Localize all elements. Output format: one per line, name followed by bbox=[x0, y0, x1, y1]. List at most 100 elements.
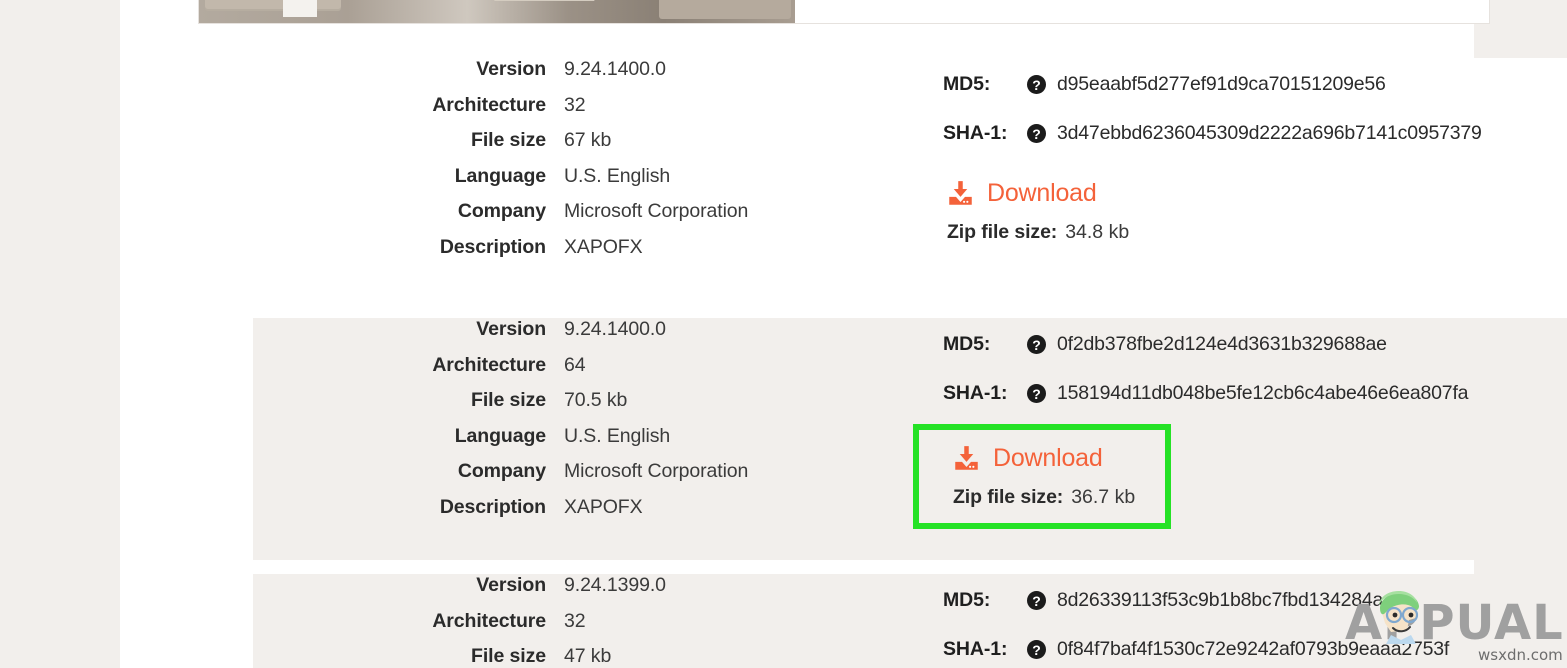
file-hash-column: MD5: ? 0f2db378fbe2d124e4d3631b329688ae … bbox=[893, 318, 1567, 531]
download-label: Download bbox=[993, 443, 1103, 472]
ad-side-table bbox=[283, 0, 317, 17]
file-spec-table: Version 9.24.1400.0 Architecture 32 File… bbox=[253, 58, 893, 271]
md5-label: MD5: bbox=[943, 333, 991, 355]
help-icon[interactable]: ? bbox=[1027, 75, 1046, 94]
spec-label-description: Description bbox=[439, 495, 546, 518]
spec-value-description: XAPOFX bbox=[564, 495, 643, 518]
spec-value-architecture: 32 bbox=[564, 609, 586, 632]
spec-value-file-size: 67 kb bbox=[564, 129, 612, 151]
spec-language: Language U.S. English bbox=[253, 425, 893, 461]
spec-label-file-size: File size bbox=[471, 645, 546, 667]
sha1-value: 3d47ebbd6236045309d2222a696b7141c0957379 bbox=[1057, 122, 1482, 144]
spec-value-language: U.S. English bbox=[564, 424, 671, 447]
spec-version: Version 9.24.1399.0 bbox=[253, 574, 893, 610]
table-row: Version 9.24.1400.0 Architecture 64 File… bbox=[253, 318, 1567, 560]
spec-language: Language U.S. English bbox=[253, 165, 893, 201]
ad-sofa-right bbox=[659, 0, 791, 19]
spec-value-description: XAPOFX bbox=[564, 235, 643, 258]
spec-file-size: File size 47 kb bbox=[253, 645, 893, 668]
ad-sofa-left bbox=[205, 0, 341, 11]
download-icon bbox=[949, 180, 972, 205]
spec-label-version: Version bbox=[476, 574, 546, 596]
spec-value-file-size: 70.5 kb bbox=[564, 389, 628, 411]
md5-value: d95eaabf5d277ef91d9ca70151209e56 bbox=[1057, 73, 1386, 95]
file-spec-table: Version 9.24.1399.0 Architecture 32 File… bbox=[253, 574, 893, 668]
spec-value-architecture: 64 bbox=[564, 353, 586, 376]
sha1-label: SHA-1: bbox=[943, 382, 1008, 404]
md5-line: MD5: ? 8d26339113f53c9b1b8bc7fbd134284a bbox=[943, 576, 1567, 625]
help-icon[interactable]: ? bbox=[1027, 640, 1046, 659]
download-button[interactable]: Download bbox=[947, 175, 1129, 211]
spec-value-file-size: 47 kb bbox=[564, 645, 612, 667]
sha1-value: 158194d11db048be5fe12cb6c4abe46e6ea807fa bbox=[1057, 382, 1469, 404]
spec-version: Version 9.24.1400.0 bbox=[253, 318, 893, 354]
spec-description: Description XAPOFX bbox=[253, 236, 893, 272]
spec-label-architecture: Architecture bbox=[432, 93, 546, 116]
download-block: Download Zip file size: 34.8 kb bbox=[943, 171, 1137, 250]
md5-label: MD5: bbox=[943, 73, 991, 95]
help-icon[interactable]: ? bbox=[1027, 335, 1046, 354]
spec-label-file-size: File size bbox=[471, 389, 546, 411]
spec-file-size: File size 67 kb bbox=[253, 129, 893, 165]
file-hash-column: MD5: ? 8d26339113f53c9b1b8bc7fbd134284a … bbox=[893, 574, 1567, 668]
sha1-line: SHA-1: ? 0f84f7baf4f1530c72e9242af0793b9… bbox=[943, 625, 1567, 668]
file-list: Version 9.24.1400.0 Architecture 32 File… bbox=[253, 58, 1567, 668]
spec-label-company: Company bbox=[457, 200, 546, 222]
spec-value-language: U.S. English bbox=[564, 164, 671, 187]
spec-value-company: Microsoft Corporation bbox=[564, 460, 749, 482]
highlighted-download-block: Download Zip file size: 36.7 kb bbox=[913, 424, 1172, 529]
spec-file-size: File size 70.5 kb bbox=[253, 389, 893, 425]
help-icon[interactable]: ? bbox=[1027, 591, 1046, 610]
spec-architecture: Architecture 32 bbox=[253, 610, 893, 646]
spec-version: Version 9.24.1400.0 bbox=[253, 58, 893, 94]
spec-value-company: Microsoft Corporation bbox=[564, 200, 749, 222]
spec-value-version: 9.24.1400.0 bbox=[564, 318, 666, 340]
banner-ad[interactable] bbox=[198, 0, 1490, 24]
md5-line: MD5: ? 0f2db378fbe2d124e4d3631b329688ae bbox=[943, 320, 1567, 369]
table-row: Version 9.24.1399.0 Architecture 32 File… bbox=[253, 574, 1567, 668]
spec-company: Company Microsoft Corporation bbox=[253, 200, 893, 236]
help-icon[interactable]: ? bbox=[1027, 124, 1046, 143]
spec-value-version: 9.24.1400.0 bbox=[564, 58, 666, 80]
spec-architecture: Architecture 32 bbox=[253, 94, 893, 130]
spec-label-language: Language bbox=[454, 164, 546, 187]
content-column: Version 9.24.1400.0 Architecture 32 File… bbox=[120, 0, 1567, 668]
md5-line: MD5: ? d95eaabf5d277ef91d9ca70151209e56 bbox=[943, 60, 1567, 109]
sha1-line: SHA-1: ? 158194d11db048be5fe12cb6c4abe46… bbox=[943, 369, 1567, 418]
md5-label: MD5: bbox=[943, 589, 991, 611]
sha1-label: SHA-1: bbox=[943, 122, 1008, 144]
spec-architecture: Architecture 64 bbox=[253, 354, 893, 390]
md5-value: 8d26339113f53c9b1b8bc7fbd134284a bbox=[1057, 589, 1384, 611]
download-label: Download bbox=[987, 178, 1097, 207]
spec-description: Description XAPOFX bbox=[253, 496, 893, 532]
zip-file-size-value: 34.8 kb bbox=[1065, 221, 1130, 243]
spec-label-description: Description bbox=[439, 235, 546, 258]
zip-file-size-line: Zip file size: 36.7 kb bbox=[953, 486, 1135, 509]
spec-company: Company Microsoft Corporation bbox=[253, 460, 893, 496]
spec-value-version: 9.24.1399.0 bbox=[564, 574, 666, 596]
zip-file-size-label: Zip file size: bbox=[947, 221, 1058, 243]
page-root: Version 9.24.1400.0 Architecture 32 File… bbox=[0, 0, 1567, 668]
zip-file-size-line: Zip file size: 34.8 kb bbox=[947, 221, 1129, 244]
sha1-value: 0f84f7baf4f1530c72e9242af0793b9eaaa2753f bbox=[1057, 638, 1450, 660]
sha1-line: SHA-1: ? 3d47ebbd6236045309d2222a696b714… bbox=[943, 109, 1567, 158]
spec-label-architecture: Architecture bbox=[432, 353, 546, 376]
spec-label-language: Language bbox=[454, 424, 546, 447]
spec-label-version: Version bbox=[476, 318, 546, 340]
spec-value-architecture: 32 bbox=[564, 93, 586, 116]
file-spec-table: Version 9.24.1400.0 Architecture 64 File… bbox=[253, 318, 893, 531]
spec-label-architecture: Architecture bbox=[432, 609, 546, 632]
download-button[interactable]: Download bbox=[953, 440, 1135, 476]
banner-ad-image bbox=[199, 0, 795, 23]
spec-label-file-size: File size bbox=[471, 129, 546, 151]
spec-label-version: Version bbox=[476, 58, 546, 80]
site-watermark: wsxdn.com bbox=[1478, 646, 1563, 664]
help-icon[interactable]: ? bbox=[1027, 384, 1046, 403]
table-row: Version 9.24.1400.0 Architecture 32 File… bbox=[253, 58, 1567, 318]
spec-label-company: Company bbox=[457, 460, 546, 482]
sha1-label: SHA-1: bbox=[943, 638, 1008, 660]
zip-file-size-value: 36.7 kb bbox=[1071, 486, 1136, 508]
file-hash-column: MD5: ? d95eaabf5d277ef91d9ca70151209e56 … bbox=[893, 58, 1567, 271]
md5-value: 0f2db378fbe2d124e4d3631b329688ae bbox=[1057, 333, 1387, 355]
zip-file-size-label: Zip file size: bbox=[953, 486, 1064, 508]
